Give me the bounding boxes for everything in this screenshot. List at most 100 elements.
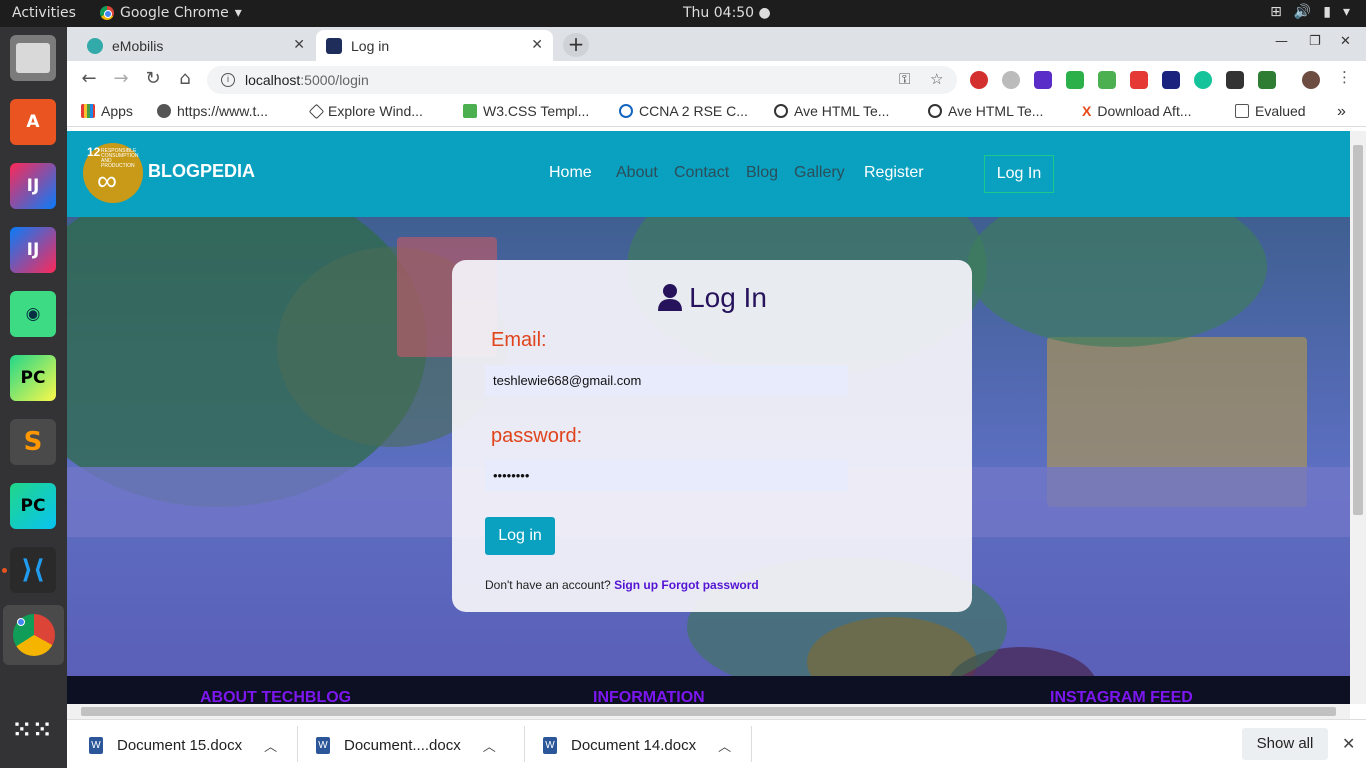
extension-icon[interactable] — [1002, 71, 1020, 89]
chevron-down-icon: ▾ — [234, 5, 242, 21]
email-field[interactable] — [485, 365, 848, 396]
reload-icon[interactable]: ↻ — [142, 68, 164, 89]
close-icon[interactable]: ✕ — [531, 36, 543, 53]
avatar[interactable] — [1302, 71, 1320, 89]
chrome-dock-icon[interactable] — [3, 605, 64, 665]
close-window-icon[interactable]: ✕ — [1340, 34, 1351, 49]
chevron-down-icon[interactable]: ▾ — [1343, 4, 1350, 20]
tab-emobilis[interactable]: eMobilis ✕ — [77, 30, 315, 61]
show-applications-icon[interactable]: ⁙⁙ — [10, 707, 56, 753]
battery-icon[interactable]: ▮ — [1323, 4, 1331, 20]
bookmark-item[interactable]: Explore Wind... — [308, 103, 423, 119]
system-tray[interactable]: ⊞ 🔊 ▮ ▾ — [1270, 4, 1350, 20]
nav-register[interactable]: Register — [864, 164, 924, 182]
software-center-icon[interactable]: A — [10, 99, 56, 145]
show-all-button[interactable]: Show all — [1242, 728, 1328, 760]
extension-icon[interactable] — [1130, 71, 1148, 89]
bookmark-item[interactable]: Ave HTML Te... — [928, 103, 1043, 119]
close-icon[interactable]: ✕ — [1342, 734, 1355, 754]
close-icon[interactable]: ✕ — [293, 36, 305, 53]
word-doc-icon: W — [543, 736, 557, 754]
chevron-up-icon[interactable]: ︿ — [264, 736, 277, 755]
scrollbar-thumb[interactable] — [81, 707, 1336, 716]
vscode-icon[interactable]: ⟩⟨ — [10, 547, 56, 593]
globe-icon — [157, 104, 171, 118]
nav-blog[interactable]: Blog — [746, 164, 778, 182]
tab-strip: eMobilis ✕ Log in ✕ + — ❐ ✕ — [67, 27, 1366, 61]
pycharm-icon[interactable]: PC — [10, 355, 56, 401]
app-menu[interactable]: Google Chrome ▾ — [100, 5, 242, 21]
nav-gallery[interactable]: Gallery — [794, 164, 845, 182]
extension-icon[interactable] — [1066, 71, 1084, 89]
extension-icon[interactable] — [1098, 71, 1116, 89]
activities-button[interactable]: Activities — [12, 5, 76, 21]
chevron-up-icon[interactable]: ︿ — [718, 736, 731, 755]
maximize-icon[interactable]: ❐ — [1309, 34, 1321, 49]
bookmark-item[interactable]: https://www.t... — [157, 103, 268, 119]
ccna-icon — [619, 104, 633, 118]
volume-icon[interactable]: 🔊 — [1294, 4, 1311, 20]
nav-home[interactable]: Home — [549, 164, 592, 182]
bookmark-item[interactable]: W3.CSS Templ... — [463, 103, 589, 119]
clock[interactable]: Thu 04:50 ● — [683, 5, 771, 21]
grammarly-icon[interactable] — [1194, 71, 1212, 89]
footer-heading-information: INFORMATION — [593, 689, 705, 704]
download-item[interactable]: W Document 14.docx ︿ — [543, 730, 731, 760]
menu-icon[interactable]: ⋮ — [1337, 68, 1352, 86]
extension-icon[interactable] — [1162, 71, 1180, 89]
system-top-bar: Activities Google Chrome ▾ Thu 04:50 ● ⊞… — [0, 0, 1366, 27]
bookmark-item[interactable]: Evalued — [1235, 103, 1306, 119]
files-icon[interactable] — [10, 35, 56, 81]
brand-name[interactable]: BLOGPEDIA — [148, 161, 255, 182]
password-field[interactable] — [485, 460, 848, 491]
login-card: Log In Email: password: Log in Don't hav… — [452, 260, 972, 612]
address-host: localhost — [245, 72, 301, 88]
tab-login[interactable]: Log in ✕ — [316, 30, 553, 61]
back-icon[interactable]: ← — [78, 68, 100, 89]
bookmark-apps[interactable]: Apps — [81, 103, 133, 119]
minimize-icon[interactable]: — — [1275, 34, 1288, 49]
extension-icon[interactable] — [1258, 71, 1276, 89]
adblock-icon[interactable] — [970, 71, 988, 89]
bookmark-item[interactable]: CCNA 2 RSE C... — [619, 103, 748, 119]
key-icon[interactable]: ⚿ — [899, 70, 910, 88]
intellij-icon[interactable]: IJ — [10, 227, 56, 273]
forgot-password-link[interactable]: Forgot password — [661, 578, 758, 592]
scrollbar-thumb[interactable] — [1353, 145, 1363, 515]
pycharm-icon[interactable]: PC — [10, 483, 56, 529]
chevron-up-icon[interactable]: ︿ — [483, 736, 496, 755]
login-submit-button[interactable]: Log in — [485, 517, 555, 555]
download-item[interactable]: W Document 15.docx ︿ — [89, 730, 277, 760]
logo[interactable]: 12 RESPONSIBLE CONSUMPTION AND PRODUCTIO… — [83, 143, 143, 203]
nav-about[interactable]: About — [616, 164, 658, 182]
download-item[interactable]: W Document....docx ︿ — [316, 730, 496, 760]
info-icon[interactable]: i — [221, 73, 235, 87]
tab-label: eMobilis — [112, 37, 164, 54]
forward-icon[interactable]: → — [110, 68, 132, 89]
browser-window: eMobilis ✕ Log in ✕ + — ❐ ✕ ← → ↻ ⌂ i lo… — [67, 27, 1366, 768]
bookmark-item[interactable]: Ave HTML Te... — [774, 103, 889, 119]
new-tab-button[interactable]: + — [563, 33, 589, 57]
sublime-text-icon[interactable]: S — [10, 419, 56, 465]
extension-icon[interactable] — [1034, 71, 1052, 89]
more-bookmarks-icon[interactable]: » — [1337, 103, 1346, 121]
android-studio-icon[interactable]: ◉ — [10, 291, 56, 337]
terminal-icon — [326, 37, 342, 54]
network-icon[interactable]: ⊞ — [1270, 4, 1282, 20]
nav-contact[interactable]: Contact — [674, 164, 729, 182]
extension-icon[interactable] — [1226, 71, 1244, 89]
star-icon[interactable]: ☆ — [930, 70, 943, 88]
ave-icon — [774, 104, 788, 118]
horizontal-scrollbar[interactable] — [67, 704, 1350, 719]
site-footer: ABOUT TECHBLOG INFORMATION INSTAGRAM FEE… — [67, 676, 1350, 704]
dock: A IJ IJ ◉ PC S PC ⟩⟨ ⁙⁙ — [0, 27, 67, 768]
vertical-scrollbar[interactable] — [1350, 131, 1366, 704]
intellij-icon[interactable]: IJ — [10, 163, 56, 209]
signup-link[interactable]: Sign up — [614, 578, 658, 592]
home-icon[interactable]: ⌂ — [174, 68, 196, 89]
tab-label: Log in — [351, 37, 390, 54]
x-icon: X — [1082, 103, 1092, 119]
bookmark-item[interactable]: X Download Aft... — [1082, 103, 1192, 119]
nav-login-button[interactable]: Log In — [984, 155, 1054, 193]
address-bar[interactable]: i localhost:5000/login — [207, 66, 957, 94]
